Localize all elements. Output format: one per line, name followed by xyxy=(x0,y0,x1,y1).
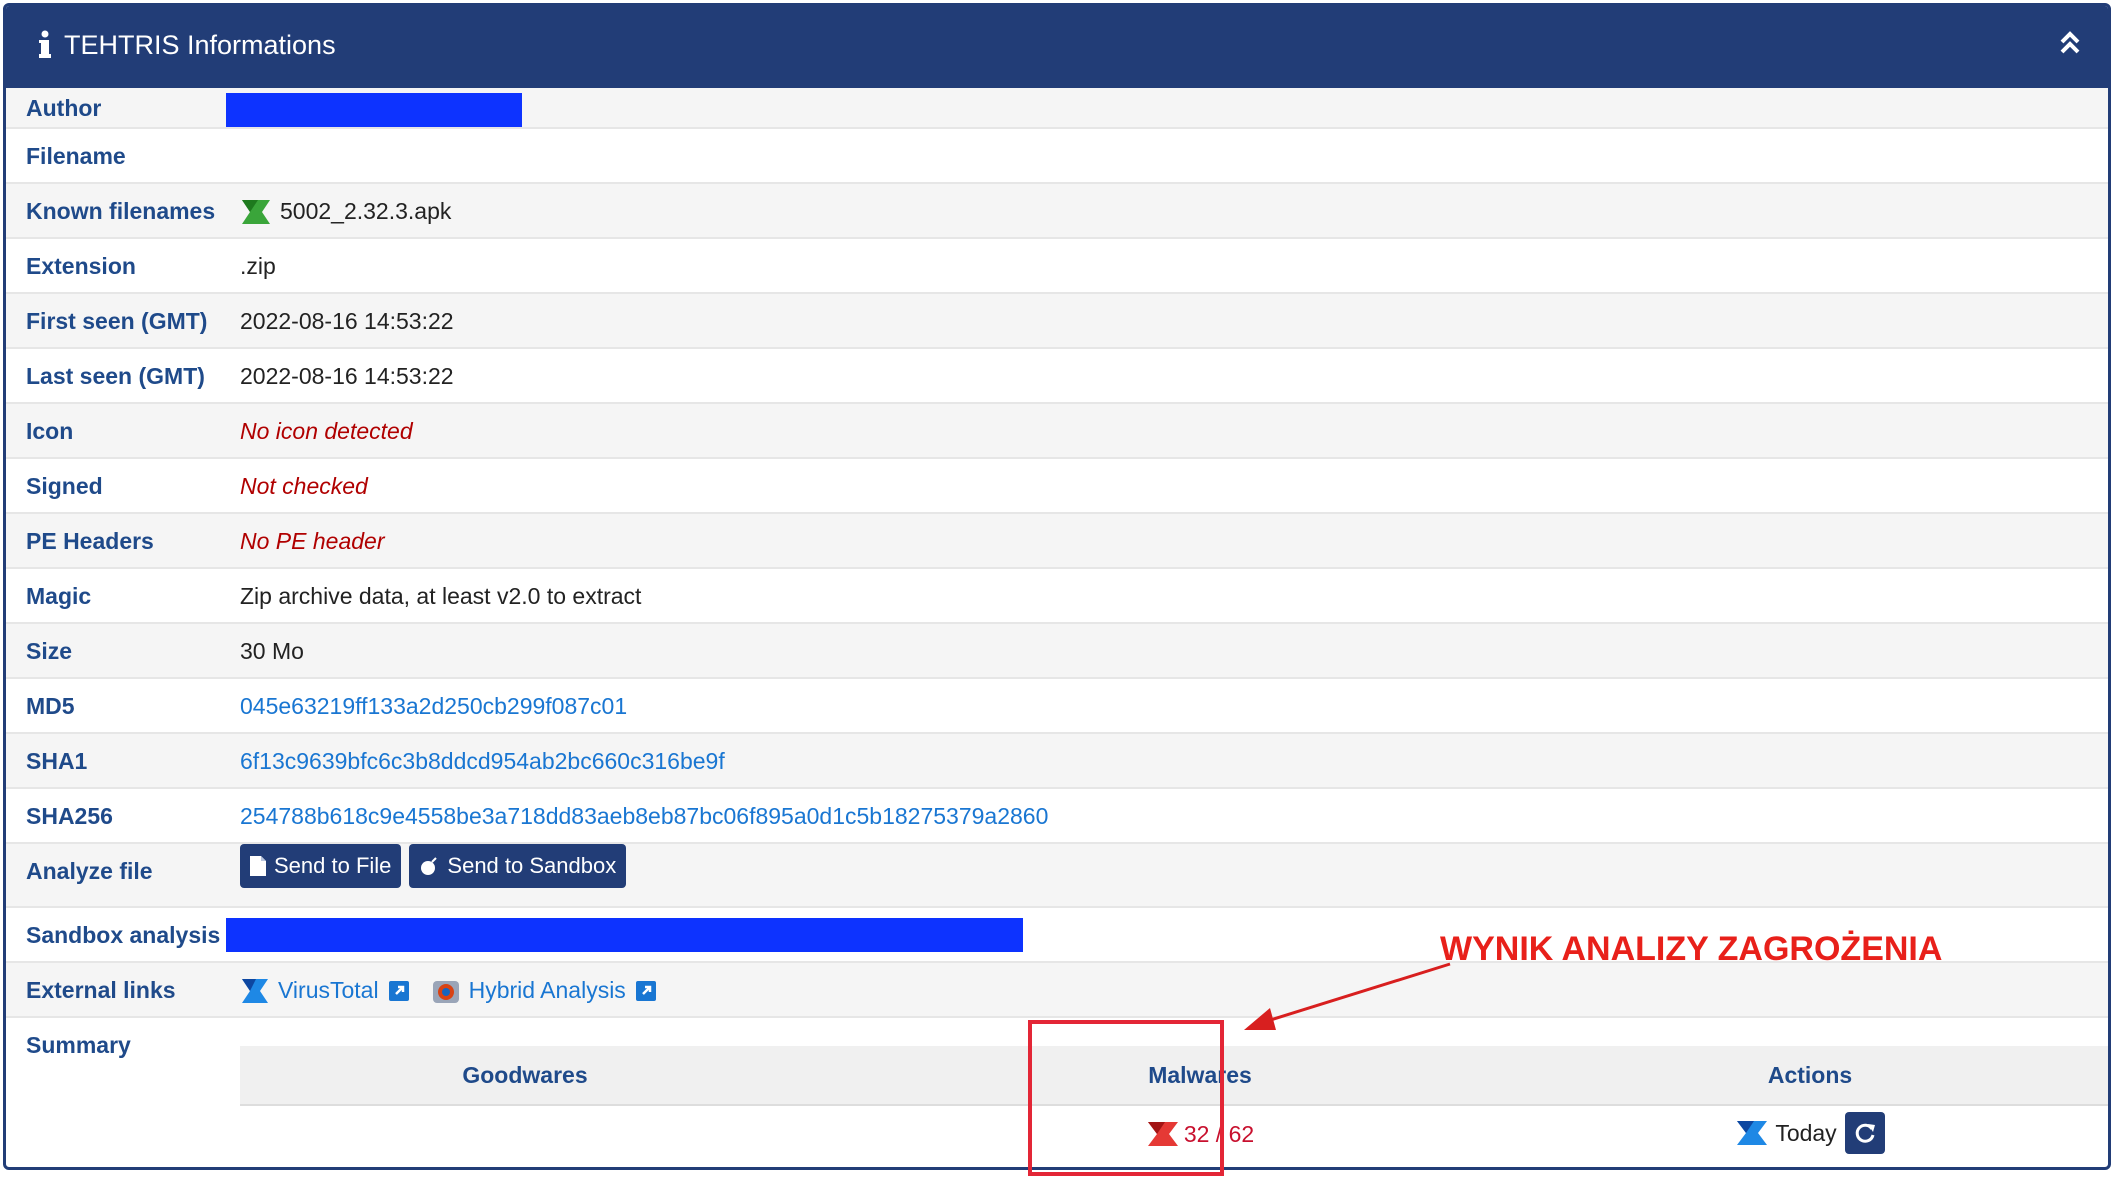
chevron-double-up-icon[interactable] xyxy=(2056,28,2084,58)
analyze-file-actions: Send to File Send to Sandbox xyxy=(240,844,634,888)
virustotal-text: VirusTotal xyxy=(278,977,379,1003)
hybrid-analysis-text: Hybrid Analysis xyxy=(468,977,626,1003)
row-icon: Icon No icon detected xyxy=(6,404,2108,459)
goodwares-header: Goodwares xyxy=(462,1062,588,1088)
known-filename-text: 5002_2.32.3.apk xyxy=(280,198,452,224)
row-extension: Extension .zip xyxy=(6,239,2108,294)
md5-link[interactable]: 045e63219ff133a2d250cb299f087c01 xyxy=(240,679,627,734)
tehtris-green-logo-icon xyxy=(242,199,270,224)
summary-table-row: 32 / 62 Today xyxy=(240,1106,2108,1166)
refresh-button[interactable] xyxy=(1844,1112,1885,1154)
panel-title: TEHTRIS Informations xyxy=(36,28,336,62)
summary-label: Summary xyxy=(26,1032,131,1058)
sandbox-analysis-redacted-value xyxy=(226,918,1023,952)
refresh-icon xyxy=(1855,1123,1875,1143)
threat-analysis-annotation: WYNIK ANALIZY ZAGROŻENIA xyxy=(1440,930,1943,968)
row-known-filenames: Known filenames 5002_2.32.3.apk xyxy=(6,184,2108,239)
send-to-sandbox-label: Send to Sandbox xyxy=(447,853,617,878)
virustotal-link[interactable]: VirusTotal xyxy=(240,963,409,1018)
tehtris-info-panel: TEHTRIS Informations Author Filename Kno… xyxy=(3,3,2111,1170)
external-link-icon xyxy=(388,980,409,1001)
last-seen-label: Last seen (GMT) xyxy=(26,363,205,389)
actions-header: Actions xyxy=(1767,1062,1853,1088)
sha1-label: SHA1 xyxy=(26,748,88,774)
hybrid-analysis-logo-icon xyxy=(432,980,459,1003)
bomb-icon xyxy=(421,857,438,875)
row-last-seen: Last seen (GMT) 2022-08-16 14:53:22 xyxy=(6,349,2108,404)
sha256-label: SHA256 xyxy=(26,803,113,829)
row-sha1: SHA1 6f13c9639bfc6c3b8ddcd954ab2bc660c31… xyxy=(6,734,2108,789)
icon-label: Icon xyxy=(26,418,74,444)
sandbox-analysis-label: Sandbox analysis xyxy=(26,922,221,948)
last-seen-value: 2022-08-16 14:53:22 xyxy=(240,363,454,389)
row-first-seen: First seen (GMT) 2022-08-16 14:53:22 xyxy=(6,294,2108,349)
summary-table-header: Goodwares Malwares Actions xyxy=(240,1046,2108,1106)
actions-date: Today xyxy=(1775,1119,1837,1146)
known-filenames-label: Known filenames xyxy=(26,198,216,224)
hybrid-analysis-link[interactable]: Hybrid Analysis xyxy=(431,963,656,1018)
external-link-icon xyxy=(635,980,656,1001)
row-filename: Filename xyxy=(6,129,2108,184)
row-external-links: External links VirusTotal Hybrid Analysi… xyxy=(6,963,2108,1018)
send-to-file-button[interactable]: Send to File xyxy=(240,844,402,888)
send-to-sandbox-button[interactable]: Send to Sandbox xyxy=(409,844,627,888)
row-signed: Signed Not checked xyxy=(6,459,2108,514)
first-seen-label: First seen (GMT) xyxy=(26,308,208,334)
extension-value: .zip xyxy=(240,253,276,279)
panel-title-text: TEHTRIS Informations xyxy=(64,30,336,60)
size-label: Size xyxy=(26,638,73,664)
external-links-label: External links xyxy=(26,977,176,1003)
pe-headers-value: No PE header xyxy=(240,528,385,554)
row-pe-headers: PE Headers No PE header xyxy=(6,514,2108,569)
send-to-file-label: Send to File xyxy=(274,853,392,878)
external-links-value: VirusTotal Hybrid Analysis xyxy=(240,963,678,1018)
panel-header: TEHTRIS Informations xyxy=(6,6,2108,88)
row-analyze-file: Analyze file Send to File Send to Sandbo… xyxy=(6,844,2108,908)
row-author: Author xyxy=(6,88,2108,129)
tehtris-blue-logo-icon xyxy=(1737,1121,1768,1145)
first-seen-value: 2022-08-16 14:53:22 xyxy=(240,308,454,334)
annotation-arrow-icon xyxy=(1244,962,1451,1030)
md5-label: MD5 xyxy=(26,693,75,719)
analyze-file-label: Analyze file xyxy=(26,858,153,884)
author-label: Author xyxy=(26,95,102,121)
malwares-count[interactable]: 32 / 62 xyxy=(1184,1121,1254,1148)
row-size: Size 30 Mo xyxy=(6,624,2108,679)
malwares-header: Malwares xyxy=(1148,1062,1252,1088)
row-magic: Magic Zip archive data, at least v2.0 to… xyxy=(6,569,2108,624)
extension-label: Extension xyxy=(26,253,136,279)
filename-label: Filename xyxy=(26,143,126,169)
icon-value: No icon detected xyxy=(240,418,413,444)
row-md5: MD5 045e63219ff133a2d250cb299f087c01 xyxy=(6,679,2108,734)
info-icon xyxy=(39,30,51,58)
author-redacted-value xyxy=(226,93,522,127)
malwares-cell: 32 / 62 xyxy=(1070,1118,1330,1150)
magic-label: Magic xyxy=(26,583,92,609)
actions-cell: Today xyxy=(1680,1112,1940,1154)
pe-headers-label: PE Headers xyxy=(26,528,154,554)
known-filenames-value: 5002_2.32.3.apk xyxy=(240,184,451,239)
virustotal-logo-icon xyxy=(242,978,268,1003)
magic-value: Zip archive data, at least v2.0 to extra… xyxy=(240,583,642,609)
size-value: 30 Mo xyxy=(240,638,304,664)
tehtris-red-logo-icon xyxy=(1147,1122,1178,1146)
file-icon xyxy=(250,856,266,876)
signed-label: Signed xyxy=(26,473,103,499)
signed-value: Not checked xyxy=(240,473,368,499)
sha1-link[interactable]: 6f13c9639bfc6c3b8ddcd954ab2bc660c316be9f xyxy=(240,734,725,789)
